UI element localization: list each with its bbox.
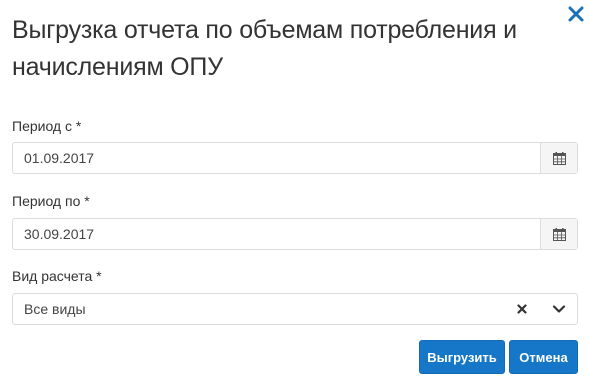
calendar-icon: [552, 151, 566, 165]
close-icon: [568, 6, 584, 22]
calc-type-select[interactable]: Все виды: [12, 293, 578, 325]
period-from-calendar-button[interactable]: [540, 143, 577, 173]
period-from-label: Период с *: [12, 118, 82, 134]
period-to-field[interactable]: 30.09.2017: [12, 218, 578, 250]
period-to-calendar-button[interactable]: [540, 219, 577, 249]
period-from-value: 01.09.2017: [24, 150, 95, 166]
export-report-dialog: Выгрузка отчета по объемам потребления и…: [0, 0, 589, 388]
cancel-button[interactable]: Отмена: [509, 340, 578, 374]
calc-type-value: Все виды: [24, 301, 86, 317]
chevron-down-icon: [552, 305, 566, 313]
period-from-field[interactable]: 01.09.2017: [12, 142, 578, 174]
export-button[interactable]: Выгрузить: [419, 340, 505, 374]
calendar-icon: [552, 227, 566, 241]
clear-selection-button[interactable]: [513, 294, 531, 324]
period-to-value: 30.09.2017: [24, 226, 95, 242]
clear-icon: [517, 304, 527, 314]
dropdown-toggle[interactable]: [549, 294, 569, 324]
period-to-label: Период по *: [12, 193, 90, 209]
close-button[interactable]: [565, 3, 587, 25]
calc-type-label: Вид расчета *: [12, 268, 102, 284]
dialog-title: Выгрузка отчета по объемам потребления и…: [12, 16, 517, 81]
